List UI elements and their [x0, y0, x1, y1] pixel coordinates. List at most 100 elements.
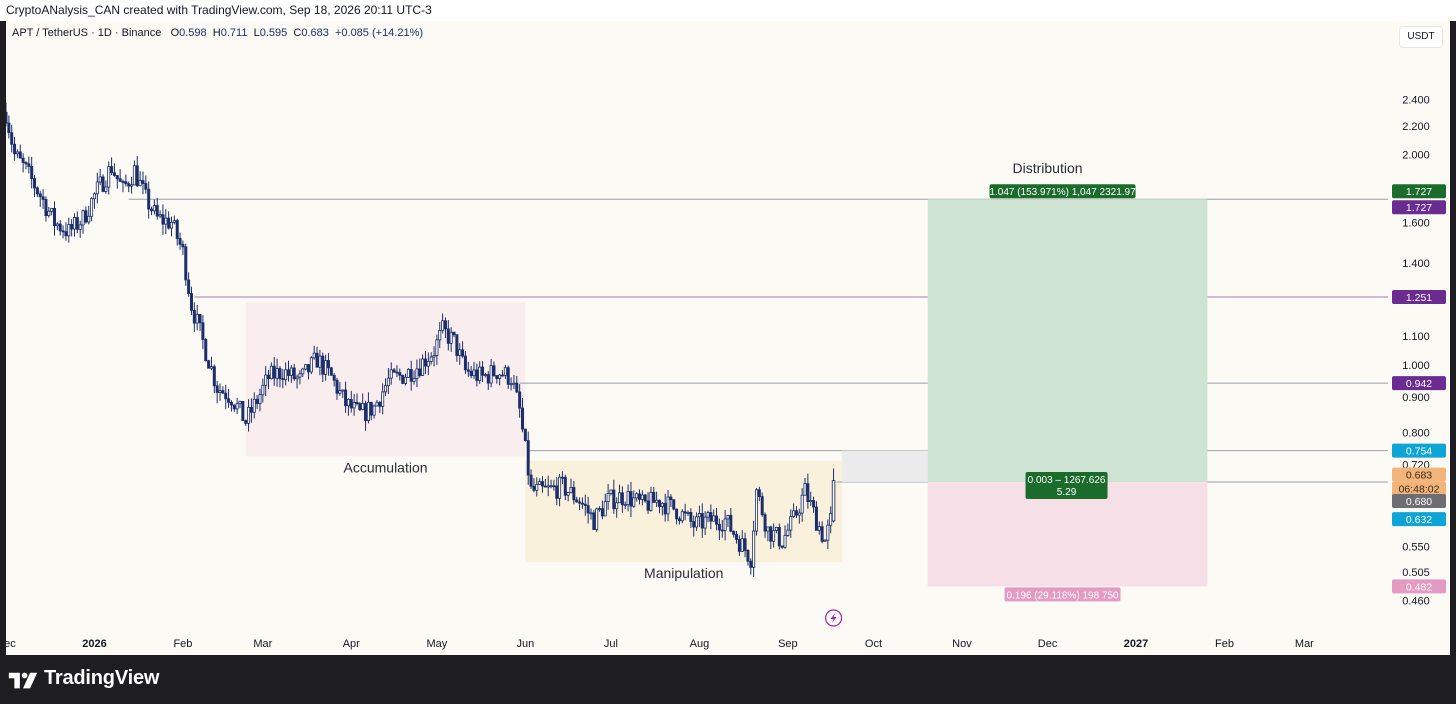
candle-body[interactable] — [615, 502, 619, 510]
candle-body[interactable] — [15, 151, 19, 155]
candle-body[interactable] — [118, 178, 122, 182]
candle-body[interactable] — [70, 224, 74, 230]
candle-body[interactable] — [717, 523, 721, 531]
candle-body[interactable] — [244, 420, 248, 424]
candle-body[interactable] — [489, 365, 493, 384]
candle-body[interactable] — [463, 355, 467, 371]
candle-body[interactable] — [81, 210, 85, 226]
candle-body[interactable] — [121, 181, 125, 183]
candle-body[interactable] — [794, 510, 798, 516]
candle-body[interactable] — [315, 352, 319, 368]
candle-body[interactable] — [144, 183, 148, 190]
candle-body[interactable] — [589, 512, 593, 515]
candle-body[interactable] — [540, 481, 544, 487]
candle-body[interactable] — [660, 502, 664, 507]
candle-body[interactable] — [47, 210, 51, 217]
candle-body[interactable] — [580, 502, 584, 505]
candle-body[interactable] — [663, 502, 667, 515]
candle-body[interactable] — [321, 355, 325, 375]
candle-body[interactable] — [209, 366, 213, 369]
candle-body[interactable] — [509, 383, 513, 386]
candle-body[interactable] — [672, 499, 676, 510]
candle-body[interactable] — [204, 339, 208, 362]
candle-body[interactable] — [318, 355, 322, 368]
candle-body[interactable] — [358, 403, 362, 411]
candle-body[interactable] — [332, 374, 336, 381]
candle-body[interactable] — [598, 508, 602, 510]
candle-body[interactable] — [560, 476, 564, 479]
candle-body[interactable] — [723, 518, 727, 531]
candle-body[interactable] — [643, 494, 647, 502]
tradingview-logo[interactable]: TradingView — [8, 667, 159, 690]
candle-body[interactable] — [10, 132, 14, 145]
candle-body[interactable] — [638, 493, 642, 500]
candle-body[interactable] — [181, 243, 185, 248]
candle-body[interactable] — [760, 496, 764, 516]
candle-body[interactable] — [218, 390, 222, 393]
candle-body[interactable] — [349, 399, 353, 409]
candle-body[interactable] — [612, 489, 616, 510]
candle-body[interactable] — [112, 172, 116, 176]
candle-body[interactable] — [686, 512, 690, 514]
candle-body[interactable] — [6, 111, 8, 124]
candle-body[interactable] — [449, 331, 453, 344]
candle-body[interactable] — [569, 487, 573, 493]
candle-body[interactable] — [535, 484, 539, 491]
candle-body[interactable] — [406, 369, 410, 378]
candle-body[interactable] — [743, 538, 747, 551]
candle-body[interactable] — [757, 489, 761, 497]
candle-body[interactable] — [426, 361, 430, 367]
candle-body[interactable] — [726, 514, 730, 520]
candle-body[interactable] — [261, 384, 265, 396]
candle-body[interactable] — [555, 485, 559, 499]
candle-body[interactable] — [655, 499, 659, 503]
candle-body[interactable] — [155, 205, 159, 217]
candle-body[interactable] — [33, 178, 37, 189]
candle-body[interactable] — [438, 330, 442, 341]
candle-body[interactable] — [669, 496, 673, 501]
candle-body[interactable] — [124, 181, 128, 185]
candle-body[interactable] — [546, 485, 550, 488]
candle-body[interactable] — [78, 224, 82, 230]
candle-body[interactable] — [110, 166, 114, 174]
candle-body[interactable] — [284, 369, 288, 381]
candle-body[interactable] — [7, 122, 11, 134]
candle-body[interactable] — [235, 403, 239, 410]
candle-body[interactable] — [35, 187, 39, 195]
candle-body[interactable] — [566, 492, 570, 496]
candle-body[interactable] — [287, 369, 291, 376]
candle-body[interactable] — [412, 378, 416, 382]
candle-body[interactable] — [13, 143, 17, 155]
candle-body[interactable] — [452, 331, 456, 336]
candle-body[interactable] — [301, 368, 305, 375]
candle-body[interactable] — [372, 405, 376, 416]
candle-body[interactable] — [24, 162, 28, 165]
candle-body[interactable] — [249, 406, 253, 413]
candle-body[interactable] — [275, 368, 279, 379]
candle-body[interactable] — [58, 223, 62, 232]
candle-body[interactable] — [135, 165, 139, 187]
candle-body[interactable] — [72, 217, 76, 230]
candle-body[interactable] — [523, 428, 527, 441]
candle-body[interactable] — [766, 526, 770, 532]
candle-body[interactable] — [398, 372, 402, 376]
candle-body[interactable] — [518, 391, 522, 409]
candle-body[interactable] — [344, 389, 348, 407]
candle-body[interactable] — [192, 309, 196, 324]
candle-body[interactable] — [352, 401, 356, 409]
candle-body[interactable] — [364, 403, 368, 421]
candle-body[interactable] — [549, 485, 553, 488]
candle-body[interactable] — [212, 366, 216, 387]
candle-body[interactable] — [606, 493, 610, 503]
candle-body[interactable] — [84, 210, 88, 223]
candle-body[interactable] — [521, 407, 525, 430]
candle-body[interactable] — [595, 508, 599, 530]
candle-body[interactable] — [503, 367, 507, 377]
candle-body[interactable] — [737, 539, 741, 552]
candle-body[interactable] — [75, 217, 79, 230]
candle-body[interactable] — [481, 366, 485, 376]
candle-body[interactable] — [675, 508, 679, 520]
candle-body[interactable] — [552, 485, 556, 488]
candle-body[interactable] — [269, 365, 273, 380]
candle-body[interactable] — [147, 188, 151, 210]
